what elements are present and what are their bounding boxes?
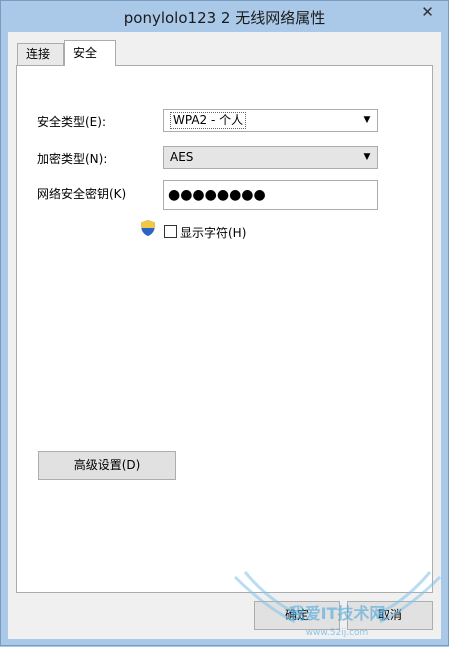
chevron-down-icon: ▼ (363, 115, 371, 125)
encryption-type-value: AES (170, 150, 194, 164)
properties-dialog: ponylolo123 2 无线网络属性 ✕ 连接 安全 安全类型(E): WP… (0, 0, 449, 646)
tab-connection[interactable]: 连接 (17, 43, 64, 65)
title-bar: ponylolo123 2 无线网络属性 ✕ (1, 1, 448, 33)
security-panel: 安全类型(E): WPA2 - 个人 ▼ 加密类型(N): AES ▼ 网络安全… (16, 65, 433, 593)
uac-shield-icon (141, 220, 155, 236)
network-key-label: 网络安全密钥(K) (37, 187, 127, 201)
close-icon: ✕ (421, 3, 434, 21)
window-title: ponylolo123 2 无线网络属性 (123, 9, 326, 27)
security-type-select[interactable]: WPA2 - 个人 ▼ (163, 109, 378, 132)
network-key-input[interactable]: ●●●●●●●● (163, 180, 378, 210)
ok-button[interactable]: 确定 (254, 601, 340, 630)
tab-security[interactable]: 安全 (64, 40, 116, 66)
security-type-label: 安全类型(E): (37, 115, 106, 129)
dialog-client: 连接 安全 安全类型(E): WPA2 - 个人 ▼ 加密类型(N): AES … (8, 32, 441, 639)
show-characters-label: 显示字符(H) (180, 226, 247, 240)
chevron-down-icon: ▼ (363, 152, 371, 162)
close-button[interactable]: ✕ (412, 2, 443, 22)
encryption-type-label: 加密类型(N): (37, 152, 108, 166)
advanced-settings-button[interactable]: 高级设置(D) (38, 451, 176, 480)
encryption-type-select[interactable]: AES ▼ (163, 146, 378, 169)
cancel-button[interactable]: 取消 (347, 601, 433, 630)
show-characters-checkbox[interactable] (164, 225, 177, 238)
security-type-value: WPA2 - 个人 (170, 112, 247, 129)
